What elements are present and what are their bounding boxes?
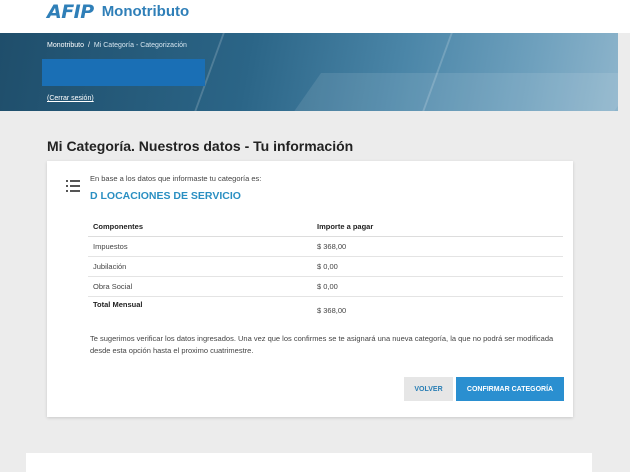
confirm-category-button[interactable]: CONFIRMAR CATEGORÍA bbox=[456, 377, 564, 401]
bottom-panel bbox=[26, 453, 592, 472]
total-label: Total Mensual bbox=[93, 299, 143, 309]
logo-mark: AFIP bbox=[47, 1, 94, 23]
column-header-importe: Importe a pagar bbox=[312, 217, 563, 237]
row-label: Impuestos bbox=[88, 236, 312, 257]
total-amount: $ 368,00 bbox=[317, 306, 347, 315]
row-label: Jubilación bbox=[88, 256, 312, 277]
row-amount: $ 368,00 bbox=[312, 236, 563, 257]
confirmation-notice: Te sugerimos verificar los datos ingresa… bbox=[90, 334, 554, 355]
logout-link[interactable]: (Cerrar sesión) bbox=[47, 95, 94, 102]
afip-logo[interactable]: AFIP Monotributo bbox=[47, 2, 189, 22]
total-row: Total Mensual $ 368,00 bbox=[88, 296, 563, 316]
right-gutter bbox=[618, 33, 630, 472]
breadcrumb-current: Mi Categoría - Categorización bbox=[93, 42, 187, 49]
user-info-redacted bbox=[42, 59, 205, 86]
components-table: Componentes Importe a pagar Impuestos $ … bbox=[88, 217, 563, 316]
row-amount: $ 0,00 bbox=[312, 256, 563, 277]
table-header-row: Componentes Importe a pagar bbox=[88, 217, 563, 237]
banner-decoration-2 bbox=[278, 73, 618, 111]
page-title: Mi Categoría. Nuestros datos - Tu inform… bbox=[47, 138, 354, 154]
breadcrumb-separator: / bbox=[87, 42, 90, 49]
category-intro: En base a los datos que informaste tu ca… bbox=[90, 174, 262, 183]
top-bar: AFIP Monotributo bbox=[0, 0, 630, 33]
row-label: Obra Social bbox=[88, 276, 312, 297]
breadcrumb-home[interactable]: Monotributo bbox=[47, 42, 84, 49]
breadcrumb: Monotributo / Mi Categoría - Categorizació… bbox=[47, 42, 187, 49]
table-row: Obra Social $ 0,00 bbox=[88, 276, 563, 297]
row-amount: $ 0,00 bbox=[312, 276, 563, 297]
table-row: Jubilación $ 0,00 bbox=[88, 256, 563, 277]
category-card: En base a los datos que informaste tu ca… bbox=[47, 161, 573, 417]
logo-text: Monotributo bbox=[101, 3, 190, 20]
column-header-componentes: Componentes bbox=[88, 217, 312, 237]
list-icon bbox=[66, 180, 80, 192]
header-banner: Monotributo / Mi Categoría - Categorizació… bbox=[0, 33, 618, 111]
category-name: D LOCACIONES DE SERVICIO bbox=[90, 190, 241, 202]
back-button[interactable]: VOLVER bbox=[404, 377, 453, 401]
table-row: Impuestos $ 368,00 bbox=[88, 236, 563, 257]
